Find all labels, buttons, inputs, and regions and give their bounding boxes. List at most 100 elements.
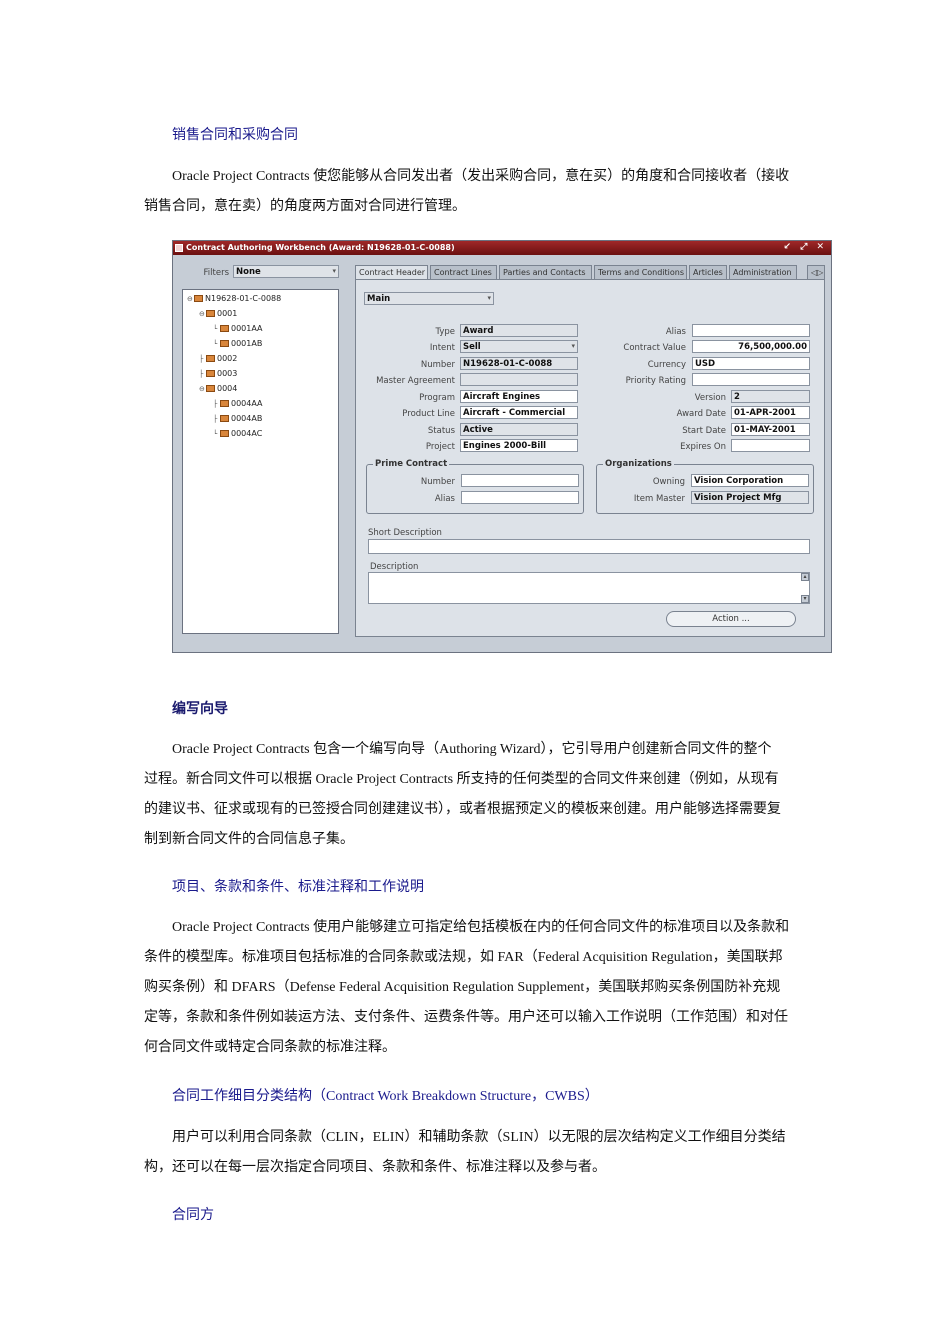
status-field[interactable]: Active xyxy=(460,423,578,436)
tree-node[interactable]: ├ 0002 xyxy=(199,354,237,363)
tab-terms-conditions[interactable]: Terms and Conditions xyxy=(594,265,687,279)
section-select[interactable]: Main ▾ xyxy=(364,292,494,305)
branch-icon: ├ xyxy=(199,370,204,378)
status-label: Status xyxy=(427,426,455,436)
folder-icon xyxy=(220,340,229,347)
contract-value-field[interactable]: 76,500,000.00 xyxy=(692,340,810,353)
action-button[interactable]: Action ... xyxy=(666,611,796,627)
product-line-label: Product Line xyxy=(402,409,455,419)
owning-field[interactable]: Vision Corporation xyxy=(691,474,809,487)
alias-label: Alias xyxy=(665,327,686,337)
pc-number-label: Number xyxy=(420,477,455,487)
tab-articles[interactable]: Articles xyxy=(689,265,727,279)
paragraph-line: Oracle Project Contracts 使用户能够建立可指定给包括模板… xyxy=(172,920,790,935)
tree-node[interactable]: ├ 0004AA xyxy=(213,399,263,408)
tree-node[interactable]: └ 0004AC xyxy=(213,429,262,438)
heading-contract-parties: 合同方 xyxy=(172,1208,214,1223)
paragraph-cwbs: 用户可以利用合同条款（CLIN，ELIN）和辅助条款（SLIN）以无限的层次结构… xyxy=(144,1123,808,1183)
document-icon xyxy=(194,295,203,302)
tab-contract-header[interactable]: Contract Header xyxy=(355,265,428,280)
version-field[interactable]: 2 xyxy=(731,390,810,403)
paragraph-authoring: Oracle Project Contracts 包含一个编写向导（Author… xyxy=(144,735,808,855)
tree-node[interactable]: ⊖ 0004 xyxy=(199,384,237,393)
prime-contract-group: Prime Contract Number Alias xyxy=(366,459,584,514)
pc-number-field[interactable] xyxy=(461,474,579,487)
tree-label: 0003 xyxy=(217,369,238,378)
window-app-icon xyxy=(175,244,183,252)
heading-items-terms: 项目、条款和条件、标准注释和工作说明 xyxy=(172,880,424,895)
filters-label: Filters xyxy=(203,268,229,278)
pc-alias-label: Alias xyxy=(434,494,455,504)
branch-icon: ├ xyxy=(199,355,204,363)
paragraph-line: 销售合同，意在卖）的角度两方面对合同进行管理。 xyxy=(144,199,466,214)
scroll-up-icon[interactable]: ▴ xyxy=(801,573,809,581)
priority-rating-field[interactable] xyxy=(692,373,810,386)
type-field[interactable]: Award xyxy=(460,324,578,337)
tree-node[interactable]: ⊖ 0001 xyxy=(199,309,237,318)
tree-label: 0002 xyxy=(217,354,238,363)
paragraph-line: 构，还可以在每一层次指定合同项目、条款和条件、标准注释以及参与者。 xyxy=(144,1160,606,1175)
tree-node[interactable]: ├ 0004AB xyxy=(213,414,262,423)
folder-icon xyxy=(206,370,215,377)
document-page: 销售合同和采购合同 Oracle Project Contracts 使您能够从… xyxy=(0,0,950,1344)
window-controls[interactable]: ↙ ⤢ ✕ xyxy=(783,242,827,252)
program-label: Program xyxy=(419,393,455,403)
alias-field[interactable] xyxy=(692,324,810,337)
window-titlebar: Contract Authoring Workbench (Award: N19… xyxy=(173,241,831,255)
tree-node[interactable]: └ 0001AA xyxy=(213,324,263,333)
branch-icon: └ xyxy=(213,340,218,348)
number-field[interactable]: N19628-01-C-0088 xyxy=(460,357,578,370)
start-date-field[interactable]: 01-MAY-2001 xyxy=(731,423,810,436)
folder-icon xyxy=(220,400,229,407)
short-description-label: Short Description xyxy=(368,528,442,538)
contract-tree[interactable]: ⊖ N19628-01-C-0088 ⊖ 0001 └ 0001AA └ 0001AB … xyxy=(182,289,339,634)
priority-rating-label: Priority Rating xyxy=(625,376,686,386)
project-field[interactable]: Engines 2000-Bill xyxy=(460,439,578,452)
tree-label: N19628-01-C-0088 xyxy=(205,294,282,303)
expires-on-field[interactable] xyxy=(731,439,810,452)
branch-icon: ├ xyxy=(213,400,218,408)
collapse-icon: ⊖ xyxy=(199,310,205,318)
intent-value: Sell xyxy=(463,342,481,352)
tab-administration[interactable]: Administration xyxy=(729,265,797,279)
branch-icon: └ xyxy=(213,325,218,333)
product-line-field[interactable]: Aircraft - Commercial xyxy=(460,406,578,419)
chevron-down-icon: ▾ xyxy=(487,294,491,302)
award-date-field[interactable]: 01-APR-2001 xyxy=(731,406,810,419)
tab-parties-contacts[interactable]: Parties and Contacts xyxy=(499,265,592,279)
paragraph-line: 条件的模型库。标准项目包括标准的合同条款或法规，如 FAR（Federal Ac… xyxy=(144,950,783,965)
tab-scroll-button[interactable]: ◁▷ xyxy=(807,265,825,279)
item-master-field[interactable]: Vision Project Mfg xyxy=(691,491,809,504)
heading-sales-purchase: 销售合同和采购合同 xyxy=(172,128,298,143)
tree-node-root[interactable]: ⊖ N19628-01-C-0088 xyxy=(187,294,281,303)
collapse-icon: ⊖ xyxy=(199,385,205,393)
description-field[interactable]: ▴ ▾ xyxy=(368,572,810,604)
contract-header-panel: Main ▾ Type Award Intent Sell ▾ Number N… xyxy=(355,279,825,637)
pc-alias-field[interactable] xyxy=(461,491,579,504)
currency-field[interactable]: USD xyxy=(692,357,810,370)
branch-icon: ├ xyxy=(213,415,218,423)
master-agreement-field[interactable] xyxy=(460,373,578,386)
organizations-title: Organizations xyxy=(603,459,674,469)
tree-node[interactable]: └ 0001AB xyxy=(213,339,262,348)
program-field[interactable]: Aircraft Engines xyxy=(460,390,578,403)
award-date-label: Award Date xyxy=(676,409,726,419)
short-description-field[interactable] xyxy=(368,539,810,554)
tab-contract-lines[interactable]: Contract Lines xyxy=(430,265,497,279)
paragraph-line: 的建议书、征求或现有的已签授合同创建建议书），或者根据预定义的模板来创建。用户能… xyxy=(144,802,781,817)
contract-workbench-screenshot: Contract Authoring Workbench (Award: N19… xyxy=(172,240,832,653)
paragraph-line: 过程。新合同文件可以根据 Oracle Project Contracts 所支… xyxy=(144,772,779,787)
filters-select[interactable]: None ▾ xyxy=(233,265,339,278)
collapse-icon: ⊖ xyxy=(187,295,193,303)
tree-node[interactable]: ├ 0003 xyxy=(199,369,237,378)
tree-label: 0001AB xyxy=(231,339,263,348)
tree-label: 0004AB xyxy=(231,414,263,423)
intent-select[interactable]: Sell ▾ xyxy=(460,340,578,353)
scroll-down-icon[interactable]: ▾ xyxy=(801,595,809,603)
master-agreement-label: Master Agreement xyxy=(376,376,455,386)
contract-value-label: Contract Value xyxy=(623,343,686,353)
folder-icon xyxy=(220,415,229,422)
heading-authoring-wizard: 编写向导 xyxy=(172,702,228,717)
paragraph-line: Oracle Project Contracts 包含一个编写向导（Author… xyxy=(172,742,772,757)
paragraph-intro: Oracle Project Contracts 使您能够从合同发出者（发出采购… xyxy=(144,162,808,222)
